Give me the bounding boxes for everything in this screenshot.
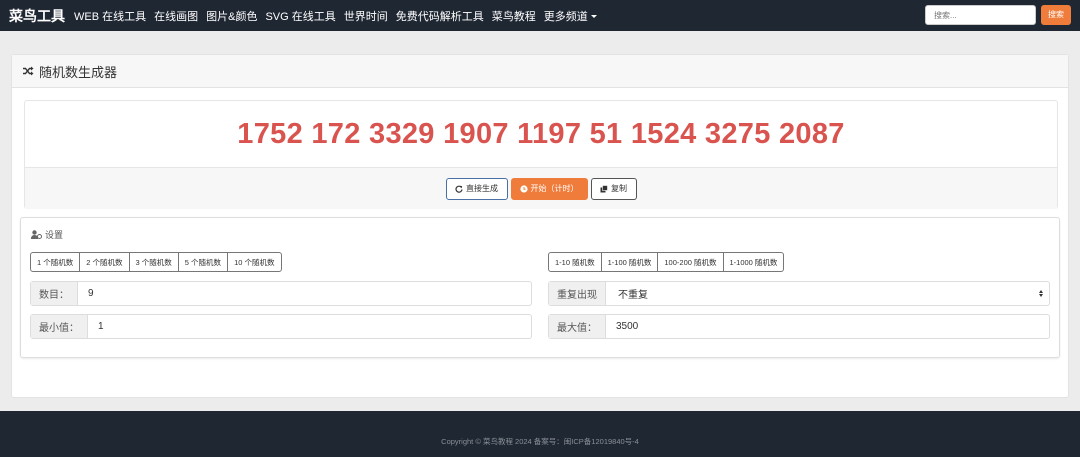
user-settings-icon [31, 230, 42, 239]
result-box: 1752 172 3329 1907 1197 51 1524 3275 208… [24, 100, 1058, 209]
repeat-label: 重复出现 [549, 282, 606, 305]
preset-2-numbers[interactable]: 2 个随机数 [80, 252, 130, 272]
preset-5-numbers[interactable]: 5 个随机数 [178, 252, 229, 272]
top-navbar: 菜鸟工具 WEB 在线工具 在线画图 图片&颜色 SVG 在线工具 世界时间 免… [0, 0, 1080, 31]
max-field: 最大值： 3500 [548, 314, 1050, 339]
regenerate-button[interactable]: 直接生成 [445, 177, 508, 200]
nav-item-world-time[interactable]: 世界时间 [344, 8, 388, 24]
refresh-icon [455, 185, 463, 193]
copy-button[interactable]: 复制 [590, 177, 637, 200]
count-label: 数目： [31, 282, 78, 305]
start-timed-label: 开始（计时） [530, 184, 579, 193]
nav-item-tutorial[interactable]: 菜鸟教程 [492, 8, 536, 24]
settings-title-label: 设置 [45, 230, 64, 240]
nav-item-code-parser[interactable]: 免费代码解析工具 [396, 8, 484, 24]
count-preset-group: 1 个随机数 2 个随机数 3 个随机数 5 个随机数 10 个随机数 [30, 252, 282, 272]
nav-item-more-channels[interactable]: 更多频道 [544, 8, 597, 24]
search-input[interactable] [925, 5, 1036, 25]
search-button[interactable]: 搜索 [1041, 5, 1071, 25]
select-arrows-icon [1039, 290, 1043, 297]
preset-range-1-1000[interactable]: 1-1000 随机数 [723, 252, 785, 272]
more-channels-label: 更多频道 [543, 10, 588, 23]
generated-numbers: 1752 172 3329 1907 1197 51 1524 3275 208… [25, 101, 1057, 168]
preset-range-1-100[interactable]: 1-100 随机数 [601, 252, 659, 272]
min-field: 最小值： 1 [30, 314, 532, 339]
start-timed-button[interactable]: 开始（计时） [510, 177, 588, 200]
nav-item-svg-tools[interactable]: SVG 在线工具 [265, 8, 335, 24]
preset-1-number[interactable]: 1 个随机数 [30, 252, 81, 272]
brand-logo-text[interactable]: 菜鸟工具 [9, 6, 65, 26]
footer: Copyright © 菜鸟教程 2024 备案号：闽ICP备12019840号… [0, 411, 1080, 457]
max-label: 最大值： [549, 315, 606, 338]
count-input[interactable]: 9 [78, 282, 531, 305]
repeat-select-value: 不重复 [618, 290, 648, 301]
range-preset-group: 1-10 随机数 1-100 随机数 100-200 随机数 1-1000 随机… [548, 252, 785, 272]
regenerate-label: 直接生成 [466, 184, 498, 193]
max-input[interactable]: 3500 [606, 315, 1049, 338]
settings-panel: 设置 1 个随机数 2 个随机数 3 个随机数 5 个随机数 10 个随机数 1… [20, 217, 1060, 358]
action-row: 直接生成 开始（计时） 复制 [25, 168, 1057, 209]
clock-icon [519, 184, 528, 193]
preset-10-numbers[interactable]: 10 个随机数 [228, 252, 282, 272]
nav-item-web-tools[interactable]: WEB 在线工具 [74, 8, 146, 24]
min-label: 最小值： [31, 315, 88, 338]
random-generator-panel: 随机数生成器 1752 172 3329 1907 1197 51 1524 3… [11, 54, 1069, 398]
footer-copyright: Copyright © 菜鸟教程 2024 备案号：闽ICP备12019840号… [441, 436, 639, 446]
repeat-field: 重复出现 不重复 [548, 281, 1050, 306]
min-input[interactable]: 1 [88, 315, 531, 338]
nav-item-online-drawing[interactable]: 在线画图 [154, 8, 198, 24]
copy-icon [600, 184, 608, 193]
panel-title: 随机数生成器 [39, 64, 118, 80]
caret-down-icon [590, 15, 597, 19]
copy-label: 复制 [611, 184, 627, 193]
preset-range-100-200[interactable]: 100-200 随机数 [658, 252, 724, 272]
repeat-select[interactable]: 不重复 [606, 282, 1049, 305]
panel-heading: 随机数生成器 [12, 55, 1068, 88]
settings-title: 设置 [31, 228, 63, 241]
nav-item-image-color[interactable]: 图片&颜色 [206, 8, 257, 24]
shuffle-icon [23, 66, 34, 76]
preset-range-1-10[interactable]: 1-10 随机数 [548, 252, 602, 272]
preset-3-numbers[interactable]: 3 个随机数 [129, 252, 179, 272]
count-field: 数目： 9 [30, 281, 532, 306]
